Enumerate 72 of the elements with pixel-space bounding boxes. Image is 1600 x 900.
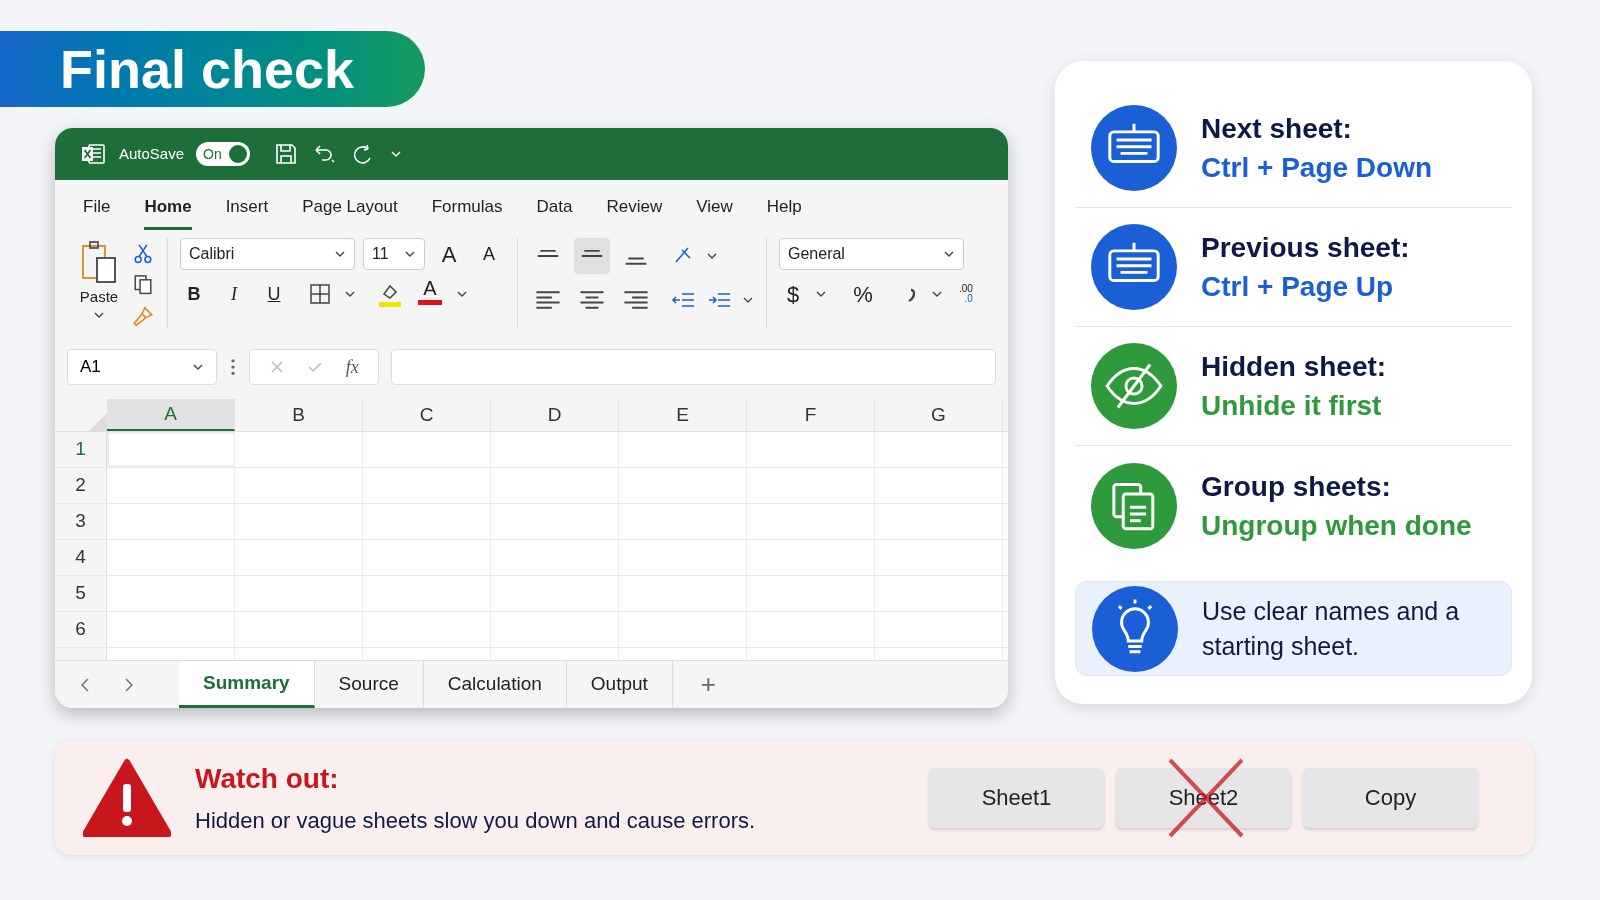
sheet-name-chip: Sheet1 (929, 767, 1104, 828)
decimal-button[interactable]: .00 .0 (959, 284, 973, 304)
ribbon-tab[interactable]: Page Layout (302, 193, 398, 230)
formula-input[interactable] (391, 349, 996, 385)
autosave-toggle[interactable]: On (196, 142, 251, 166)
currency-button[interactable]: $ (779, 278, 807, 310)
tip-detail: Unhide it first (1201, 389, 1383, 424)
paintbrush-icon[interactable] (131, 304, 155, 328)
add-sheet-button[interactable]: + (672, 661, 745, 708)
column-header[interactable]: B (235, 399, 363, 431)
sheet-tab[interactable]: Calculation (423, 661, 567, 708)
tip-detail: Ungroup when done (1201, 508, 1472, 543)
percent-button[interactable]: % (847, 278, 879, 310)
ribbon-tab[interactable]: Insert (225, 193, 269, 230)
sheet-name-chip: Copy (1303, 767, 1478, 828)
number-format-dropdown[interactable]: General (779, 238, 964, 270)
tip-detail: Ctrl + Page Up (1201, 270, 1395, 305)
sheet-tab[interactable]: Output (566, 661, 673, 708)
column-header[interactable]: G (875, 399, 1003, 431)
scissors-icon[interactable] (131, 242, 155, 266)
column-header[interactable]: E (619, 399, 747, 431)
tip-title: Next sheet: (1201, 112, 1353, 146)
warning-title: Watch out: (195, 762, 340, 796)
warning-icon (83, 757, 171, 838)
align-icon[interactable] (574, 238, 610, 274)
ribbon-tab[interactable]: Review (606, 193, 663, 230)
column-header[interactable]: D (491, 399, 619, 431)
row-header[interactable]: 2 (55, 468, 107, 503)
column-header[interactable]: A (107, 399, 235, 431)
sheet-tab[interactable]: Summary (179, 661, 315, 708)
row-header[interactable]: 4 (55, 540, 107, 575)
title-banner: Final check (0, 31, 425, 107)
copy-icon[interactable] (131, 273, 155, 297)
column-header[interactable]: F (747, 399, 875, 431)
row-header[interactable] (55, 648, 107, 660)
row-header[interactable]: 3 (55, 504, 107, 539)
clipboard-icon (79, 238, 119, 286)
selected-cell[interactable] (107, 432, 235, 467)
italic-button[interactable]: I (220, 278, 248, 310)
font-color-button[interactable]: A (416, 278, 444, 310)
warning-text: Hidden or vague sheets slow you down and cause errors. (195, 807, 756, 835)
tip-title: Previous sheet: (1201, 231, 1410, 266)
autosave-label: AutoSave (119, 143, 185, 164)
ribbon-tab[interactable]: File (83, 193, 111, 230)
underline-button[interactable]: U (260, 278, 288, 310)
row-header[interactable]: 6 (55, 612, 107, 647)
sheet-tab[interactable]: Source (314, 661, 424, 708)
tip-detail: Ctrl + Page Down (1201, 151, 1433, 185)
bold-button[interactable]: B (180, 278, 208, 310)
borders-icon[interactable] (308, 282, 332, 306)
check-icon[interactable] (307, 359, 324, 375)
tip-title: Hidden sheet: (1201, 350, 1387, 385)
ribbon-tab[interactable]: Help (766, 193, 802, 230)
close-icon[interactable] (269, 359, 286, 375)
font-dropdown[interactable]: Calibri (180, 238, 355, 270)
ribbon-tab[interactable]: Data (536, 193, 573, 230)
row-header[interactable]: 1 (55, 432, 107, 467)
save-icon[interactable] (274, 142, 299, 166)
more-options-icon (229, 357, 237, 377)
function-button[interactable]: fx (345, 353, 359, 381)
shrink-font-button[interactable]: A (473, 238, 505, 270)
ribbon-tab[interactable]: View (696, 193, 733, 230)
ribbon-tab[interactable]: Formulas (431, 193, 503, 230)
column-header[interactable]: C (363, 399, 491, 431)
tip-text: Use clear names and a starting sheet. (1202, 596, 1461, 662)
tip-title: Group sheets: (1201, 469, 1392, 504)
name-box[interactable]: A1 (67, 349, 217, 385)
row-header[interactable]: 5 (55, 576, 107, 611)
font-size-dropdown[interactable]: 11 (363, 238, 425, 270)
paste-button[interactable]: Paste (79, 238, 119, 328)
ribbon-tab[interactable]: Home (144, 193, 192, 230)
grow-font-button[interactable]: A (433, 238, 465, 270)
